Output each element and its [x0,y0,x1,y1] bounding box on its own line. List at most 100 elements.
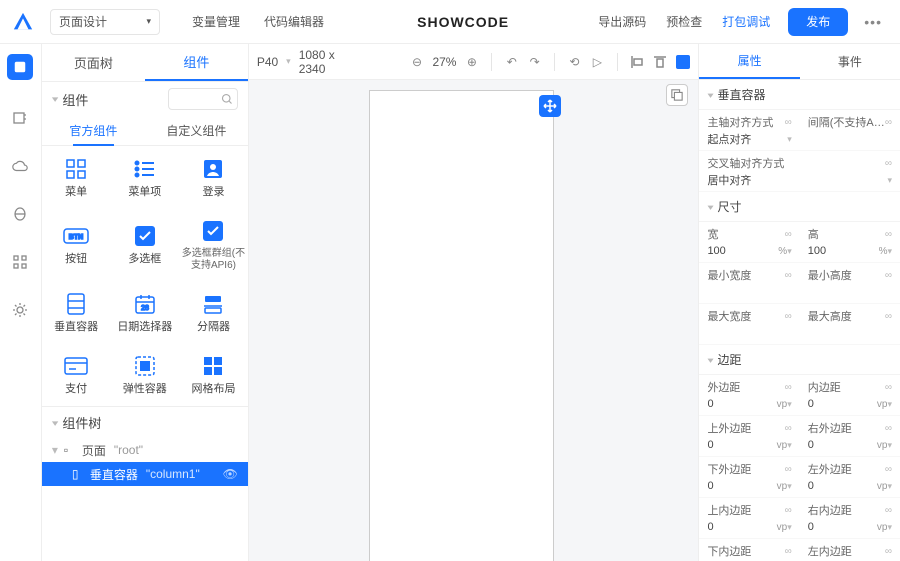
tree-header[interactable]: ▾ 组件树 [42,407,248,438]
align-top-icon[interactable] [653,53,668,71]
tab-events[interactable]: 事件 [800,44,900,79]
device-rotate-icon[interactable]: ⟲ [567,53,582,71]
main-axis-input[interactable] [707,132,787,146]
align-left-icon[interactable] [630,53,645,71]
more-menu-icon[interactable]: ••• [858,14,888,30]
rail-settings-icon[interactable] [10,108,30,128]
tree-row-root[interactable]: ▾ ▫ 页面 "root" [42,438,248,462]
tab-page-tree[interactable]: 页面树 [42,44,145,81]
grid-icon [63,156,89,182]
component-login[interactable]: 登录 [179,146,248,208]
field-inner-margin[interactable]: 内边距∞vp▾ [800,375,900,416]
rail-apps-icon[interactable] [10,252,30,272]
canvas[interactable] [249,80,699,561]
field-main-axis-extra[interactable]: 间隔(不支持A…∞ [800,110,900,151]
section-margin[interactable]: ▾边距 [699,345,900,375]
list-icon [132,156,158,182]
tool-rail [0,44,42,561]
tab-components[interactable]: 组件 [145,44,248,81]
field-max-width[interactable]: 最大宽度∞ [699,304,799,345]
container-icon: ▯ [72,467,86,481]
top-bar: 页面设计 ▾ 变量管理 代码编辑器 SHOWCODE 导出源码 预检查 打包调试… [0,0,900,44]
rail-cloud-icon[interactable] [10,156,30,176]
canvas-area: P40 ▾ 1080 x 2340 ⊖ 27% ⊕ ↶ ↷ ⟲ ▷ [249,44,699,561]
field-left-inner[interactable]: 左内边距∞vp▾ [800,539,900,561]
pay-icon [63,353,89,379]
device-frame[interactable] [369,90,554,561]
component-gridlayout[interactable]: 网格布局 [179,344,248,406]
field-max-height[interactable]: 最大高度∞ [800,304,900,345]
component-menu[interactable]: 菜单 [42,146,111,208]
top-link-export[interactable]: 导出源码 [590,13,654,30]
top-link-vars[interactable]: 变量管理 [180,13,252,30]
collapse-icon: ▾ [52,93,59,104]
field-width[interactable]: 宽∞%▾ [699,222,799,263]
copy-icon[interactable] [666,84,688,106]
section-container[interactable]: ▾垂直容器 [699,80,900,110]
component-button[interactable]: BTN按钮 [42,208,111,281]
play-icon[interactable]: ▷ [590,53,605,71]
top-link-debug[interactable]: 打包调试 [714,13,778,30]
mode-select[interactable]: 页面设计 ▾ [50,9,160,35]
tree-row-column1[interactable]: ▯ 垂直容器 "column1" 👁 [42,462,248,486]
field-top-inner[interactable]: 上内边距∞vp▾ [699,498,799,539]
top-link-code[interactable]: 代码编辑器 [252,13,336,30]
components-header[interactable]: ▾ 组件 [42,82,248,116]
button-icon: BTN [63,223,89,249]
tab-properties[interactable]: 属性 [699,44,799,79]
rail-share-icon[interactable] [10,204,30,224]
brand-title: SHOWCODE [336,14,590,30]
field-bottom-outer[interactable]: 下外边距∞vp▾ [699,457,799,498]
field-top-outer[interactable]: 上外边距∞vp▾ [699,416,799,457]
component-checkbox[interactable]: 多选框 [110,208,179,281]
subtab-custom[interactable]: 自定义组件 [145,116,248,145]
section-size[interactable]: ▾尺寸 [699,192,900,222]
component-datepicker[interactable]: 28日期选择器 [110,281,179,343]
field-bottom-inner[interactable]: 下内边距∞vp▾ [699,539,799,561]
right-panel: 属性 事件 ▾垂直容器 主轴对齐方式∞ ▾ 间隔(不支持A…∞ 交叉轴对齐方式∞… [698,44,900,561]
vbox-icon [63,291,89,317]
field-right-outer[interactable]: 右外边距∞vp▾ [800,416,900,457]
field-cross-axis[interactable]: 交叉轴对齐方式∞ ▾ [699,151,900,192]
top-link-precheck[interactable]: 预检查 [658,13,710,30]
cross-axis-input[interactable] [707,173,887,187]
chevron-down-icon: ▾ [146,16,151,27]
gridlayout-icon [200,353,226,379]
field-height[interactable]: 高∞%▾ [800,222,900,263]
move-handle-icon[interactable] [539,95,561,117]
rail-layers-icon[interactable] [7,54,33,80]
component-vcontainer[interactable]: 垂直容器 [42,281,111,343]
field-main-axis[interactable]: 主轴对齐方式∞ ▾ [699,110,799,151]
field-left-outer[interactable]: 左外边距∞vp▾ [800,457,900,498]
zoom-out-icon[interactable]: ⊖ [410,53,425,71]
component-pay[interactable]: 支付 [42,344,111,406]
divider-icon [200,291,226,317]
search-icon [221,93,233,105]
mode-select-label: 页面设计 [59,13,107,30]
component-menu-item[interactable]: 菜单项 [110,146,179,208]
subtab-official[interactable]: 官方组件 [42,116,145,145]
component-search[interactable] [168,88,238,110]
rail-gear-icon[interactable] [10,300,30,320]
field-min-height[interactable]: 最小高度∞ [800,263,900,304]
zoom-value: 27% [432,55,456,69]
check-icon [132,223,158,249]
field-right-inner[interactable]: 右内边距∞vp▾ [800,498,900,539]
ruler-icon[interactable] [676,53,691,71]
component-checkbox-group[interactable]: 多选框群组(不支持API6) [179,208,248,281]
expand-icon: ▾ [52,443,64,457]
device-name[interactable]: P40 [257,55,278,69]
undo-icon[interactable]: ↶ [504,53,519,71]
field-min-width[interactable]: 最小宽度∞ [699,263,799,304]
component-divider[interactable]: 分隔器 [179,281,248,343]
zoom-in-icon[interactable]: ⊕ [464,53,479,71]
component-flex[interactable]: 弹性容器 [110,344,179,406]
link-icon: ∞ [885,158,892,169]
canvas-size: 1080 x 2340 [299,48,354,76]
publish-button[interactable]: 发布 [788,8,848,36]
redo-icon[interactable]: ↷ [527,53,542,71]
main-axis-extra-input[interactable] [808,132,892,146]
link-icon: ∞ [785,117,792,128]
visibility-icon[interactable]: 👁 [223,467,238,481]
field-outer-margin[interactable]: 外边距∞vp▾ [699,375,799,416]
